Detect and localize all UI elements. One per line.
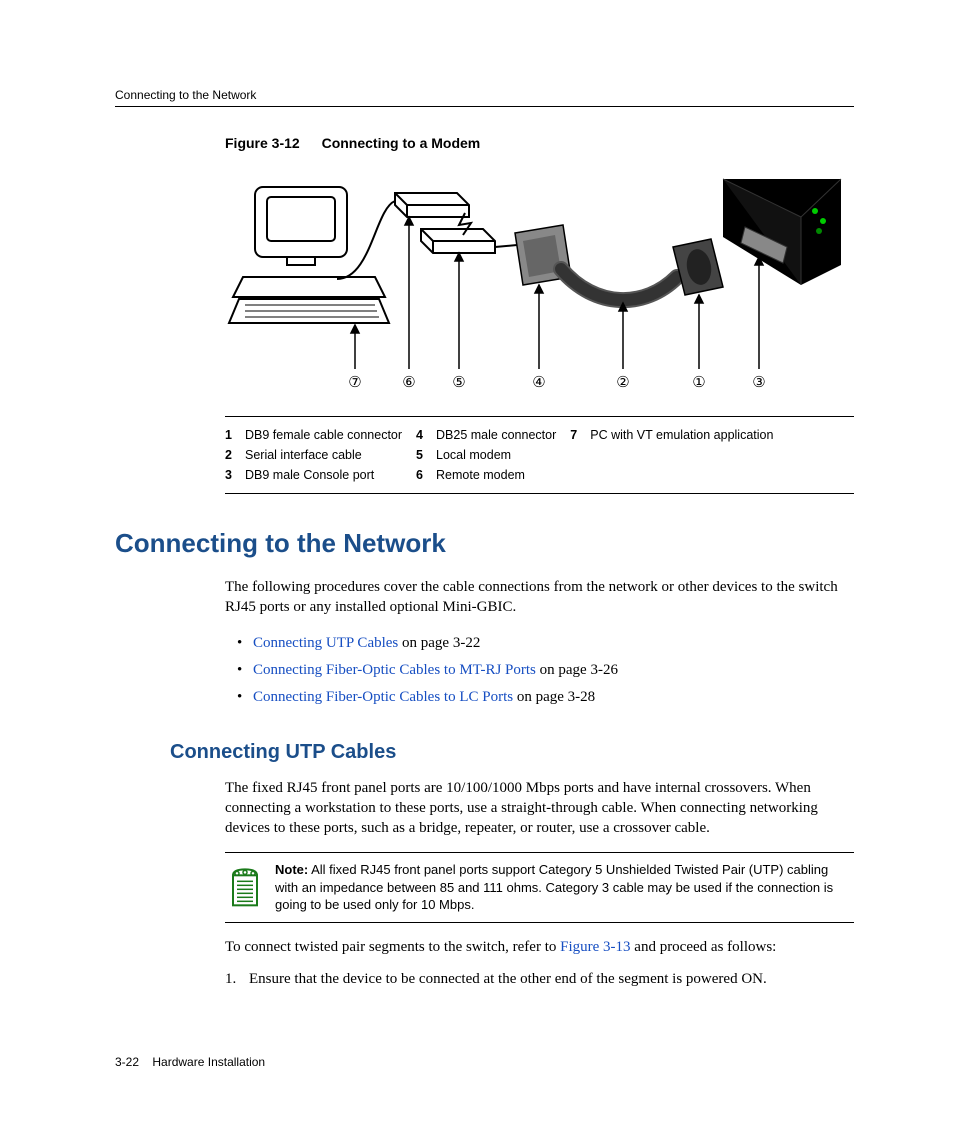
para-post: and proceed as follows: (631, 939, 777, 955)
legend-row: 4DB25 male connector (416, 425, 556, 445)
callout-6: ⑥ (402, 374, 415, 391)
modem-diagram: ⑦ ⑥ ⑤ ④ ② ① ③ (225, 169, 845, 399)
section-heading: Connecting to the Network (115, 528, 854, 559)
figure-caption: Figure 3-12 Connecting to a Modem (225, 135, 854, 151)
callout-2: ② (616, 374, 629, 391)
legend-row: 2Serial interface cable (225, 445, 402, 465)
legend-row: 6Remote modem (416, 465, 556, 485)
xref-tail: on page 3-22 (398, 635, 480, 651)
step-text: Ensure that the device to be connected a… (249, 969, 767, 989)
list-item: •Connecting UTP Cables on page 3-22 (225, 630, 854, 657)
procedure-list: 1.Ensure that the device to be connected… (225, 969, 854, 989)
figure-legend: 1DB9 female cable connector 2Serial inte… (225, 416, 854, 485)
step-number: 1. (225, 969, 249, 989)
chapter-name: Hardware Installation (152, 1055, 265, 1069)
figure-label: Figure 3-12 (225, 135, 300, 151)
note-text: Note: All fixed RJ45 front panel ports s… (275, 861, 850, 914)
para-pre: To connect twisted pair segments to the … (225, 939, 560, 955)
legend-row: 5Local modem (416, 445, 556, 465)
section-intro: The following procedures cover the cable… (225, 577, 854, 618)
running-head: Connecting to the Network (115, 88, 854, 107)
legend-row: 7PC with VT emulation application (570, 425, 773, 445)
note-icon (229, 861, 261, 914)
body-paragraph: The fixed RJ45 front panel ports are 10/… (225, 778, 854, 839)
body-paragraph: To connect twisted pair segments to the … (225, 937, 854, 957)
note-body: All fixed RJ45 front panel ports support… (275, 862, 833, 912)
legend-row: 3DB9 male Console port (225, 465, 402, 485)
callout-4: ④ (532, 374, 545, 391)
callout-3: ③ (752, 374, 765, 391)
legend-row: 1DB9 female cable connector (225, 425, 402, 445)
subsection-heading: Connecting UTP Cables (170, 741, 854, 764)
xref-tail: on page 3-26 (536, 662, 618, 678)
note-label: Note: (275, 862, 308, 877)
xref-link[interactable]: Connecting Fiber-Optic Cables to LC Port… (253, 689, 513, 705)
list-item: •Connecting Fiber-Optic Cables to MT-RJ … (225, 657, 854, 684)
xref-link[interactable]: Connecting Fiber-Optic Cables to MT-RJ P… (253, 662, 536, 678)
page-footer: 3-22 Hardware Installation (115, 1055, 265, 1069)
xref-link[interactable]: Figure 3-13 (560, 939, 630, 955)
procedure-step: 1.Ensure that the device to be connected… (225, 969, 854, 989)
callout-1: ① (692, 374, 705, 391)
callout-5: ⑤ (452, 374, 465, 391)
figure-title: Connecting to a Modem (322, 135, 481, 151)
xref-tail: on page 3-28 (513, 689, 595, 705)
figure-block: ⑦ ⑥ ⑤ ④ ② ① ③ 1DB9 female cable connecto… (225, 169, 854, 494)
xref-link[interactable]: Connecting UTP Cables (253, 635, 398, 651)
page-number: 3-22 (115, 1055, 139, 1069)
bullet-list: •Connecting UTP Cables on page 3-22 •Con… (225, 630, 854, 711)
list-item: •Connecting Fiber-Optic Cables to LC Por… (225, 684, 854, 711)
note-box: Note: All fixed RJ45 front panel ports s… (225, 852, 854, 923)
callout-7: ⑦ (348, 374, 361, 391)
